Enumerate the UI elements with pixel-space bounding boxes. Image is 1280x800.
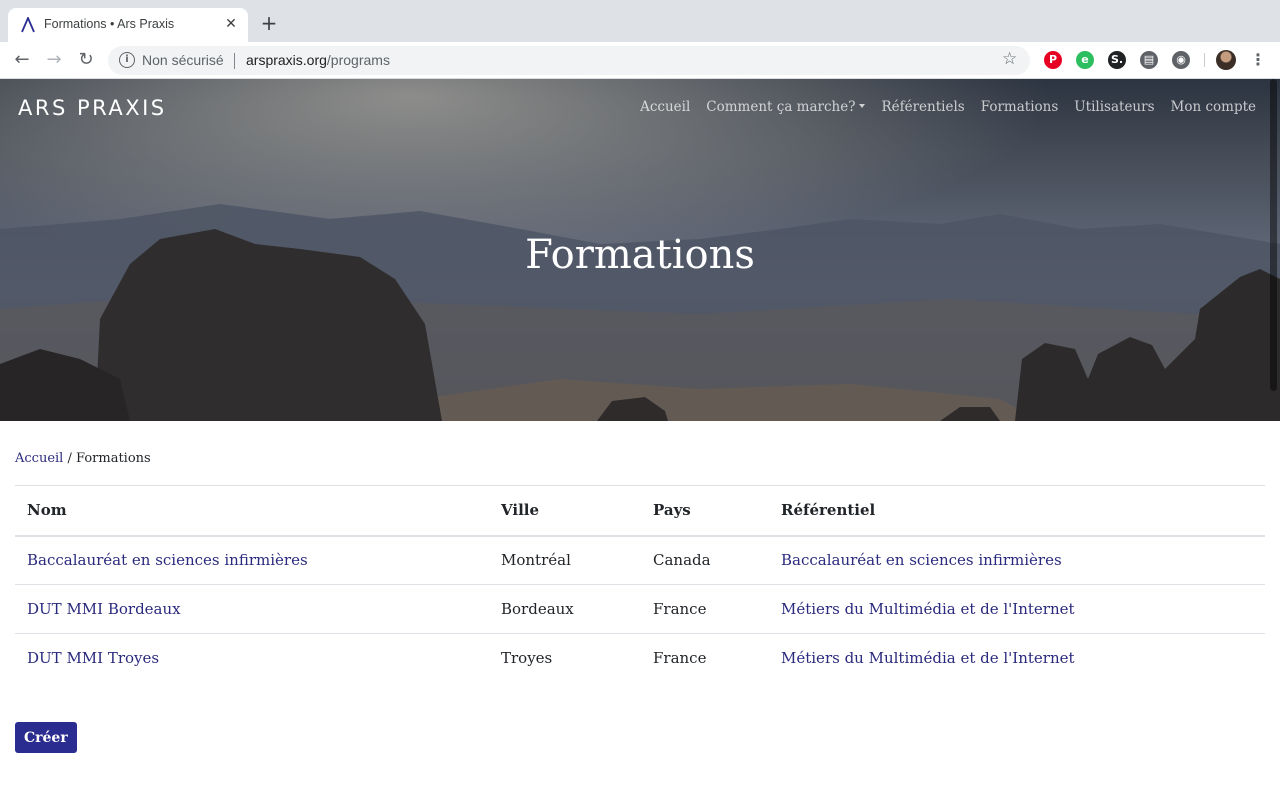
nav-link-label: Utilisateurs [1074,99,1155,115]
tab-title: Formations • Ars Praxis [44,17,175,31]
nav-link-label: Mon compte [1170,99,1256,115]
table-row: Baccalauréat en sciences infirmières Mon… [15,536,1265,585]
chrome-menu-icon[interactable]: ⋮ [1250,49,1266,71]
city-cell: Bordeaux [489,584,641,634]
site-logo[interactable]: ARS PRAXIS [18,96,167,120]
evernote-icon[interactable]: e [1076,51,1094,69]
profile-avatar[interactable] [1216,50,1236,70]
referential-link[interactable]: Métiers du Multimédia et de l'Internet [781,649,1075,667]
country-cell: France [641,584,769,634]
table-row: DUT MMI Bordeaux Bordeaux France Métiers… [15,584,1265,634]
reload-icon[interactable]: ↻ [74,48,98,72]
table-header-row: Nom Ville Pays Référentiel [15,485,1265,537]
city-cell: Troyes [489,633,641,683]
column-header-ville: Ville [489,485,641,537]
new-tab-button[interactable]: + [258,12,280,34]
back-arrow-icon[interactable]: ← [10,48,34,72]
program-name-link[interactable]: Baccalauréat en sciences infirmières [27,551,308,569]
page-scrollbar[interactable] [1270,79,1277,391]
document-icon[interactable]: ▤ [1140,51,1158,69]
url-path: /programs [326,52,390,68]
security-label[interactable]: Non sécurisé [142,52,224,68]
ars-praxis-favicon-icon [21,17,35,33]
table-row: DUT MMI Troyes Troyes France Métiers du … [15,633,1265,683]
nav-link-label: Accueil [640,99,691,115]
breadcrumb-current: Formations [76,451,151,466]
address-divider [234,53,235,69]
info-icon[interactable]: i [119,52,135,68]
city-cell: Montréal [501,551,571,570]
referential-link[interactable]: Baccalauréat en sciences infirmières [781,551,1062,569]
address-bar[interactable]: i Non sécurisé arspraxis.org/programs ☆ [108,46,1030,75]
nav-link-label: Référentiels [881,99,965,115]
nav-link-accueil[interactable]: Accueil [640,99,690,115]
program-name-link[interactable]: DUT MMI Bordeaux [27,600,181,618]
program-name-cell: Baccalauréat en sciences infirmières [15,536,489,585]
referential-cell: Baccalauréat en sciences infirmières [769,536,1265,585]
nav-link-mon-compte[interactable]: Mon compte [1171,99,1256,115]
create-button[interactable]: Créer [15,722,77,753]
column-header-referentiel: Référentiel [769,485,1265,537]
hero-banner: ARS PRAXIS Accueil Comment ça marche? Réfé… [0,79,1280,421]
programs-table: Nom Ville Pays Référentiel Baccalauréat … [15,485,1265,683]
country-cell: France [641,633,769,683]
toolbar-divider [1204,53,1205,67]
column-header-pays: Pays [641,485,769,537]
breadcrumb: Accueil / Formations [15,451,151,466]
country-cell: Canada [653,551,711,570]
referential-link[interactable]: Métiers du Multimédia et de l'Internet [781,600,1075,618]
nav-link-label: Formations [980,99,1059,115]
referential-cell: Métiers du Multimédia et de l'Internet [769,584,1265,634]
nav-link-label: Comment ça marche? [706,99,856,115]
nav-link-r-f-rentiels[interactable]: Référentiels [881,99,964,115]
nav-link-utilisateurs[interactable]: Utilisateurs [1074,99,1154,115]
page-title: Formations [525,232,755,278]
breadcrumb-separator: / [67,451,72,466]
bookmark-star-icon[interactable]: ☆ [1002,49,1017,69]
url-host: arspraxis.org [246,52,327,68]
browser-toolbar: ← → ↻ i Non sécurisé arspraxis.org/progr… [0,42,1280,79]
dollar-extension-icon[interactable]: S. [1108,51,1126,69]
browser-tab-strip: Formations • Ars Praxis ✕ + [0,0,1280,42]
forward-arrow-icon[interactable]: → [42,48,66,72]
program-name-cell: DUT MMI Bordeaux [15,584,489,634]
camera-icon[interactable]: ◉ [1172,51,1190,69]
dropdown-caret-icon [859,104,866,108]
program-name-cell: DUT MMI Troyes [15,633,489,683]
nav-link-formations[interactable]: Formations [981,99,1059,115]
main-navigation: Accueil Comment ça marche? Référentiels For… [640,99,1256,115]
url-text[interactable]: arspraxis.org/programs [246,52,390,68]
program-name-link[interactable]: DUT MMI Troyes [27,649,159,667]
nav-link-comment-a-marche[interactable]: Comment ça marche? [706,99,866,115]
close-tab-icon[interactable]: ✕ [222,15,240,33]
referential-cell: Métiers du Multimédia et de l'Internet [769,633,1265,683]
pinterest-icon[interactable]: P [1044,51,1062,69]
browser-tab[interactable]: Formations • Ars Praxis ✕ [8,8,248,42]
breadcrumb-home-link[interactable]: Accueil [15,451,63,466]
column-header-nom: Nom [15,485,489,537]
